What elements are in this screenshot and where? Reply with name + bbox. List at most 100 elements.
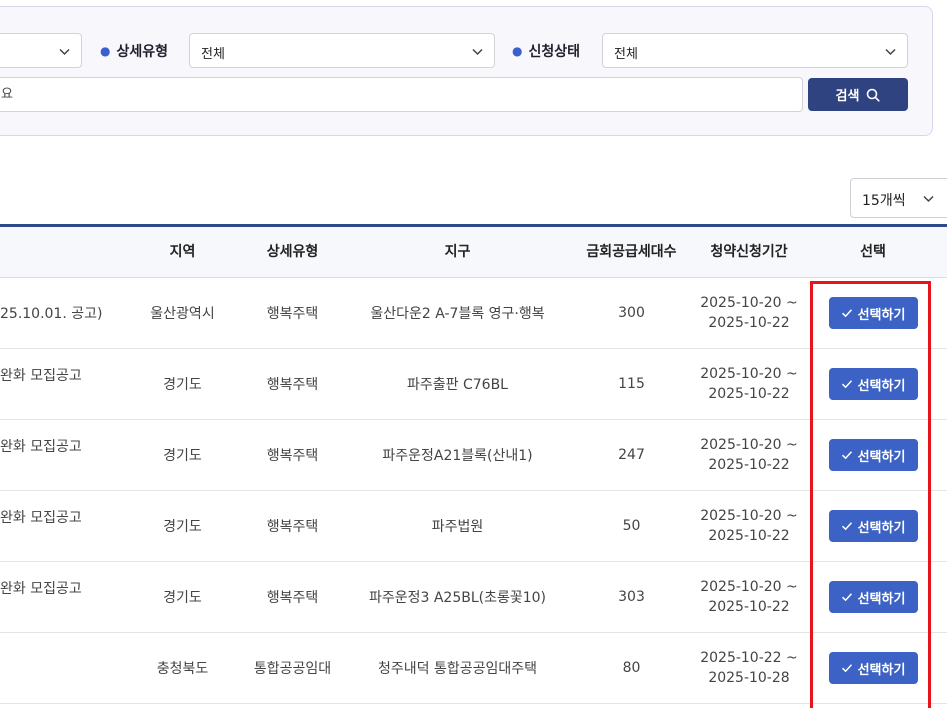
check-icon [841,380,852,389]
select-cell: 선택하기 [818,562,928,632]
region-cell: 울산광역시 [150,306,215,322]
chevron-down-icon [885,48,896,56]
notice-title[interactable]: 완화 모집공고 [0,420,130,490]
notice-title[interactable]: 완화 모집공고 [0,349,130,419]
status-select[interactable]: 전체 [602,33,908,68]
search-button[interactable]: 검색 [808,78,908,111]
period-end: 2025-10-22 [708,599,790,615]
notice-title[interactable]: 25.10.01. 공고) [0,278,130,348]
period-cell: 2025-10-20 ~ 2025-10-22 [690,491,808,561]
check-icon [841,664,852,673]
district-cell: 파주법원 [431,519,484,535]
region-cell: 경기도 [163,377,202,393]
table-row: 완화 모집공고 경기도 행복주택 파주운정A21블록(산내1) 247 2025… [0,420,947,491]
district-cell: 파주운정3 A25BL(초롱꽃10) [368,590,547,606]
column-header-select: 선택 [860,244,886,260]
table-row: 충청북도 통합공공임대 청주내덕 통합공공임대주택 80 2025-10-22 … [0,633,947,704]
select-button-label: 선택하기 [857,591,906,607]
units-cell: 115 [618,376,645,392]
table-row: 완화 모집공고 경기도 행복주택 파주출판 C76BL 115 2025-10-… [0,349,947,420]
select-button[interactable]: 선택하기 [828,510,918,542]
detail-type-label: ● 상세유형 [100,44,169,60]
column-header-period: 청약신청기간 [710,244,788,260]
search-icon [867,88,881,102]
region-select[interactable] [0,33,82,68]
detail-type-cell: 통합공공임대 [253,661,332,677]
district-cell: 청주내덕 통합공공임대주택 [377,661,537,677]
check-icon [841,451,852,460]
column-header-region: 지역 [169,244,196,260]
bullet-dot-icon: ● [512,44,523,58]
status-label: ● 신청상태 [512,44,581,60]
units-cell: 303 [618,589,645,605]
detail-type-value: 전체 [201,47,225,62]
select-cell: 선택하기 [818,633,928,703]
detail-type-cell: 행복주택 [266,448,319,464]
page-size-value: 15개씩 [862,193,906,209]
select-button[interactable]: 선택하기 [828,581,918,613]
period-cell: 2025-10-20 ~ 2025-10-22 [690,420,808,490]
notice-title[interactable] [0,633,130,703]
select-button[interactable]: 선택하기 [828,652,918,684]
notice-title[interactable]: 완화 모집공고 [0,562,130,632]
page-size-select[interactable]: 15개씩 [850,178,947,218]
units-cell: 80 [622,660,641,676]
select-button-label: 선택하기 [857,307,906,323]
region-cell: 충청북도 [156,661,209,677]
check-icon [841,593,852,602]
table-body: 25.10.01. 공고) 울산광역시 행복주택 울산다운2 A-7블록 영구·… [0,278,947,704]
select-button[interactable]: 선택하기 [828,439,918,471]
period-end: 2025-10-28 [708,670,790,686]
district-cell: 파주출판 C76BL [407,377,508,393]
bullet-dot-icon: ● [100,44,111,58]
search-button-label: 검색 [835,89,860,104]
detail-type-cell: 행복주택 [266,377,319,393]
select-button-label: 선택하기 [857,449,906,465]
select-cell: 선택하기 [818,278,928,348]
select-cell: 선택하기 [818,420,928,490]
chevron-down-icon [472,48,483,56]
period-end: 2025-10-22 [708,386,790,402]
select-button-label: 선택하기 [857,378,906,394]
column-header-district: 지구 [444,244,471,260]
detail-type-cell: 행복주택 [266,590,319,606]
search-input[interactable]: 요 [0,77,803,112]
search-placeholder: 요 [1,87,13,102]
units-cell: 300 [618,305,645,321]
table-row: 완화 모집공고 경기도 행복주택 파주운정3 A25BL(초롱꽃10) 303 … [0,562,947,633]
chevron-down-icon [59,48,70,56]
region-cell: 경기도 [163,519,202,535]
notice-table: 지역 상세유형 지구 금회공급세대수 청약신청기간 선택 25.10.01. 공… [0,224,947,704]
period-cell: 2025-10-20 ~ 2025-10-22 [690,562,808,632]
select-button-label: 선택하기 [857,520,906,536]
detail-type-select[interactable]: 전체 [189,33,495,68]
period-start: 2025-10-20 ~ [700,295,798,311]
detail-type-cell: 행복주택 [266,306,319,322]
select-button[interactable]: 선택하기 [828,368,918,400]
select-cell: 선택하기 [818,349,928,419]
table-header: 지역 상세유형 지구 금회공급세대수 청약신청기간 선택 [0,224,947,278]
period-end: 2025-10-22 [708,528,790,544]
status-value: 전체 [614,47,638,62]
region-cell: 경기도 [163,448,202,464]
column-header-units: 금회공급세대수 [586,244,677,260]
period-end: 2025-10-22 [708,315,790,331]
period-cell: 2025-10-20 ~ 2025-10-22 [690,349,808,419]
notice-title[interactable]: 완화 모집공고 [0,491,130,561]
period-cell: 2025-10-22 ~ 2025-10-28 [690,633,808,703]
select-button[interactable]: 선택하기 [828,297,918,329]
district-cell: 울산다운2 A-7블록 영구·행복 [370,306,545,322]
period-start: 2025-10-20 ~ [700,437,798,453]
units-cell: 247 [618,447,645,463]
region-cell: 경기도 [163,590,202,606]
column-header-detail-type: 상세유형 [266,244,319,260]
filter-panel [0,6,933,136]
select-cell: 선택하기 [818,491,928,561]
district-cell: 파주운정A21블록(산내1) [382,448,533,464]
period-start: 2025-10-22 ~ [700,650,798,666]
period-start: 2025-10-20 ~ [700,366,798,382]
period-start: 2025-10-20 ~ [700,579,798,595]
select-button-label: 선택하기 [857,662,906,678]
units-cell: 50 [622,518,641,534]
check-icon [841,522,852,531]
